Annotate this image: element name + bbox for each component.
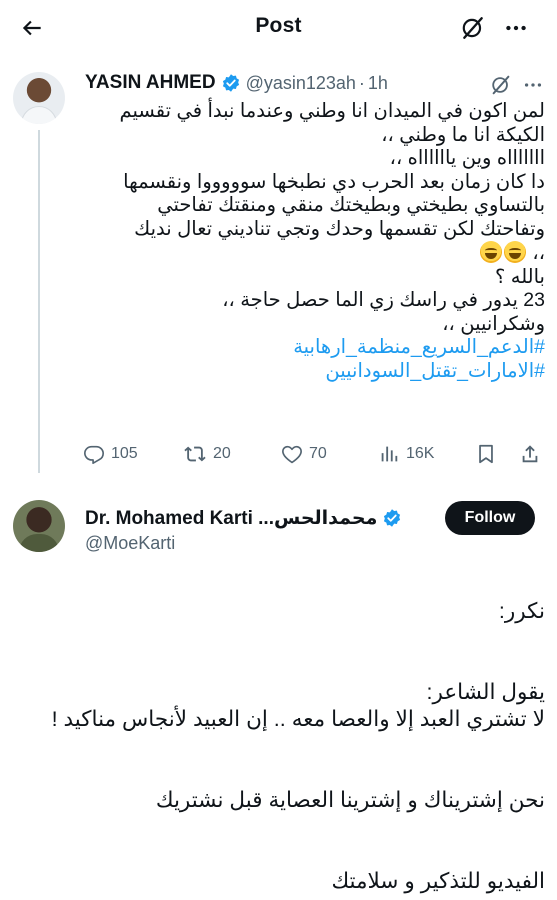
analytics-icon	[381, 446, 398, 462]
tweet-line: وتفاحتك لكن تقسمها وحدك وتجي تناديني تعا…	[134, 217, 545, 240]
more-options-button[interactable]	[500, 12, 532, 44]
view-count: 16K	[406, 445, 435, 462]
separator-dot: ·	[358, 72, 365, 93]
verified-badge-icon	[222, 74, 239, 92]
tweet-line: بالله ؟	[495, 265, 545, 288]
tweet-paragraph: يقول الشاعر:	[426, 680, 545, 704]
tweet-text: نكرر: يقول الشاعر: لا تشتري العبد إلا وا…	[20, 598, 545, 895]
bookmark-button[interactable]	[475, 440, 503, 468]
grok-icon	[462, 17, 483, 39]
tweet-actions: 105 20 70 16K	[83, 440, 543, 468]
follow-button[interactable]: Follow	[445, 501, 535, 535]
repost-button[interactable]: 20	[183, 440, 231, 468]
avatar[interactable]	[13, 500, 65, 552]
share-button[interactable]	[519, 440, 547, 468]
grok-button[interactable]	[488, 72, 514, 98]
tweet-line: اااااااه وين يااااااه ،،	[389, 147, 545, 169]
author-name[interactable]: Dr. Mohamed Karti ...محمدالحس	[85, 507, 377, 530]
bookmark-icon	[479, 444, 493, 464]
heart-icon	[282, 445, 302, 464]
tweet-header: YASIN AHMED @yasin123ah · 1h	[85, 70, 388, 96]
more-options-button[interactable]	[520, 72, 546, 98]
tweet-paragraph: نحن إشتريناك و إشترينا العصاية قبل نشتري…	[155, 788, 545, 812]
tweet-paragraph: نكرر:	[498, 599, 545, 623]
hashtag-link[interactable]: #الامارات_تقتل_السودانيين	[80, 360, 545, 384]
repost-count: 20	[213, 445, 231, 462]
tweet-line: دا كان زمان بعد الحرب دي نطبخها سوووووا …	[123, 170, 545, 193]
author-name[interactable]: YASIN AHMED	[85, 72, 216, 94]
tweet-paragraph: لا تشتري العبد إلا والعصا معه .. إن العب…	[51, 707, 545, 731]
verified-badge-icon	[384, 509, 401, 527]
tweet-header: Dr. Mohamed Karti ...محمدالحس	[85, 505, 407, 531]
grok-button[interactable]	[457, 12, 489, 44]
avatar[interactable]	[13, 72, 65, 124]
tweet-line: 23 يدور في راسك زي الما حصل حاجة ،،	[222, 289, 545, 311]
grinning-sweat-emoji-icon	[479, 241, 502, 263]
tweet-line: لمن اكون في الميدان انا وطني وعندما نبدأ…	[119, 100, 546, 122]
like-button[interactable]: 70	[281, 440, 327, 468]
more-horizontal-icon	[524, 83, 542, 87]
tweet-text: لمن اكون في الميدان انا وطني وعندما نبدأ…	[80, 100, 546, 384]
reply-count: 105	[111, 445, 138, 462]
thread-line	[38, 130, 40, 473]
repost-icon	[184, 446, 206, 462]
reply-icon	[84, 445, 104, 464]
like-count: 70	[309, 445, 327, 462]
views-button[interactable]: 16K	[378, 440, 434, 468]
tweet-line: وشكرانيين ،،	[442, 312, 545, 335]
top-bar: Post	[0, 0, 557, 56]
tweet-paragraph: الفيديو للتذكير و سلامتك	[331, 869, 545, 893]
grinning-sweat-emoji-icon	[503, 241, 526, 263]
timestamp[interactable]: 1h	[368, 73, 388, 94]
tweet-line: الكيكة انا ما وطني ،،	[381, 123, 545, 146]
tweet-line: ،،	[532, 242, 545, 264]
reply-button[interactable]: 105	[83, 440, 138, 468]
hashtag-link[interactable]: #الدعم_السريع_منظمة_ارهابية	[80, 336, 545, 360]
author-handle[interactable]: @MoeKarti	[85, 533, 175, 554]
share-icon	[522, 445, 538, 463]
author-handle[interactable]: @yasin123ah	[246, 73, 356, 94]
tweet-line: بالتساوي بطيختي وبطيختك منقي ومنقتك تفاح…	[157, 194, 545, 216]
grok-icon	[492, 75, 510, 95]
emoji-line: ،،	[80, 241, 545, 266]
more-horizontal-icon	[506, 25, 526, 31]
